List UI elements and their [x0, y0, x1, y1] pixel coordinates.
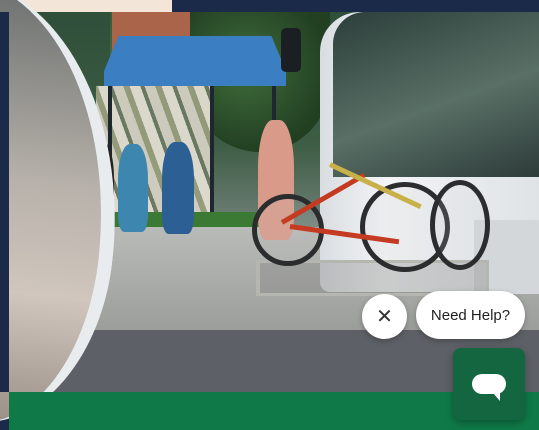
bus-shelter-post [210, 86, 214, 226]
left-edge-bar [0, 12, 9, 392]
bus-shelter-roof [104, 36, 286, 86]
close-icon: ✕ [376, 305, 393, 328]
waiting-passenger [162, 142, 194, 234]
page: ✕ Need Help? [0, 0, 539, 430]
bicycle-wheel [430, 180, 490, 270]
open-chat-button[interactable] [453, 348, 525, 420]
waiting-passenger [118, 144, 148, 232]
transit-bus-mirror [281, 28, 301, 72]
transit-bus-windshield [333, 12, 539, 177]
chat-bubble-icon [472, 374, 506, 401]
need-help-prompt[interactable]: Need Help? [416, 291, 525, 339]
need-help-label: Need Help? [430, 306, 511, 324]
close-help-button[interactable]: ✕ [362, 294, 407, 339]
